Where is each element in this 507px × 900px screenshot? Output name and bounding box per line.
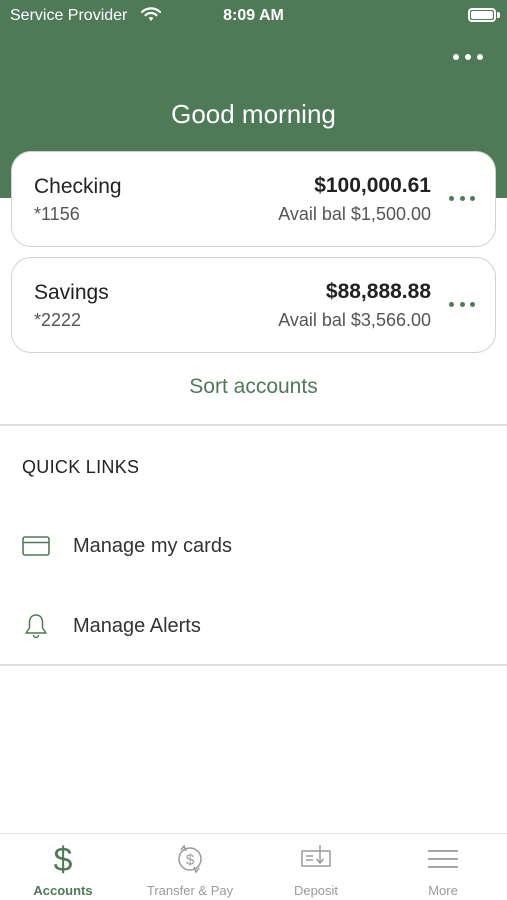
more-dot — [465, 54, 471, 60]
tab-label: Deposit — [293, 883, 339, 898]
greeting-title: Good morning — [171, 99, 336, 129]
tab-label: More — [428, 883, 458, 898]
sort-accounts-link[interactable]: Sort accounts — [0, 375, 507, 399]
account-balance: $100,000.61 — [314, 174, 431, 197]
account-available-balance: Avail bal $3,566.00 — [278, 310, 431, 330]
tab-transfer-pay[interactable]: $ Transfer & Pay — [127, 834, 253, 900]
account-number: *2222 — [34, 310, 82, 330]
account-available-balance: Avail bal $1,500.00 — [278, 204, 431, 224]
battery-nub — [497, 12, 500, 18]
account-number: *1156 — [34, 204, 80, 224]
account-more-button[interactable] — [449, 193, 475, 203]
svg-text:$: $ — [54, 842, 73, 874]
account-card-checking[interactable]: Checking *1156 $100,000.61 Avail bal $1,… — [11, 151, 496, 247]
account-card-savings[interactable]: Savings *2222 $88,888.88 Avail bal $3,56… — [11, 257, 496, 353]
dollar-icon: $ — [54, 842, 73, 874]
account-name: Checking — [34, 175, 122, 198]
more-dot — [459, 195, 465, 201]
tab-label: Accounts — [33, 883, 93, 898]
more-dot — [470, 195, 475, 201]
check-deposit-icon — [301, 845, 331, 867]
quick-link-label: Manage Alerts — [73, 615, 201, 637]
tab-label: Transfer & Pay — [146, 883, 234, 898]
account-more-button[interactable] — [449, 299, 475, 309]
more-dot — [477, 54, 483, 60]
more-dot — [453, 54, 459, 60]
quick-link-manage-cards[interactable]: Manage my cards — [0, 518, 507, 574]
tab-accounts[interactable]: $ Accounts — [0, 834, 126, 900]
menu-icon — [428, 850, 458, 868]
battery-icon — [468, 8, 496, 22]
status-time: 8:09 AM — [223, 7, 284, 24]
quick-link-manage-alerts[interactable]: Manage Alerts — [0, 598, 507, 654]
section-divider — [0, 424, 507, 426]
bell-icon — [25, 614, 47, 639]
section-divider — [0, 664, 507, 666]
account-name: Savings — [34, 281, 109, 304]
credit-card-icon — [22, 536, 50, 556]
svg-text:$: $ — [186, 852, 195, 869]
status-bar: Service Provider 8:09 AM — [0, 0, 507, 30]
quick-links-title: QUICK LINKS — [22, 457, 140, 477]
more-dot — [459, 301, 465, 307]
tab-more[interactable]: More — [380, 834, 506, 900]
more-dot — [449, 195, 454, 201]
transfer-dollar-icon: $ — [178, 844, 202, 874]
more-dot — [470, 301, 475, 307]
header-more-button[interactable] — [453, 45, 483, 69]
bottom-tab-bar: $ Accounts $ Transfer & Pay Deposit More — [0, 833, 507, 900]
account-balance: $88,888.88 — [325, 280, 431, 303]
more-dot — [449, 301, 454, 307]
quick-link-label: Manage my cards — [73, 535, 232, 557]
tab-deposit[interactable]: Deposit — [253, 834, 379, 900]
